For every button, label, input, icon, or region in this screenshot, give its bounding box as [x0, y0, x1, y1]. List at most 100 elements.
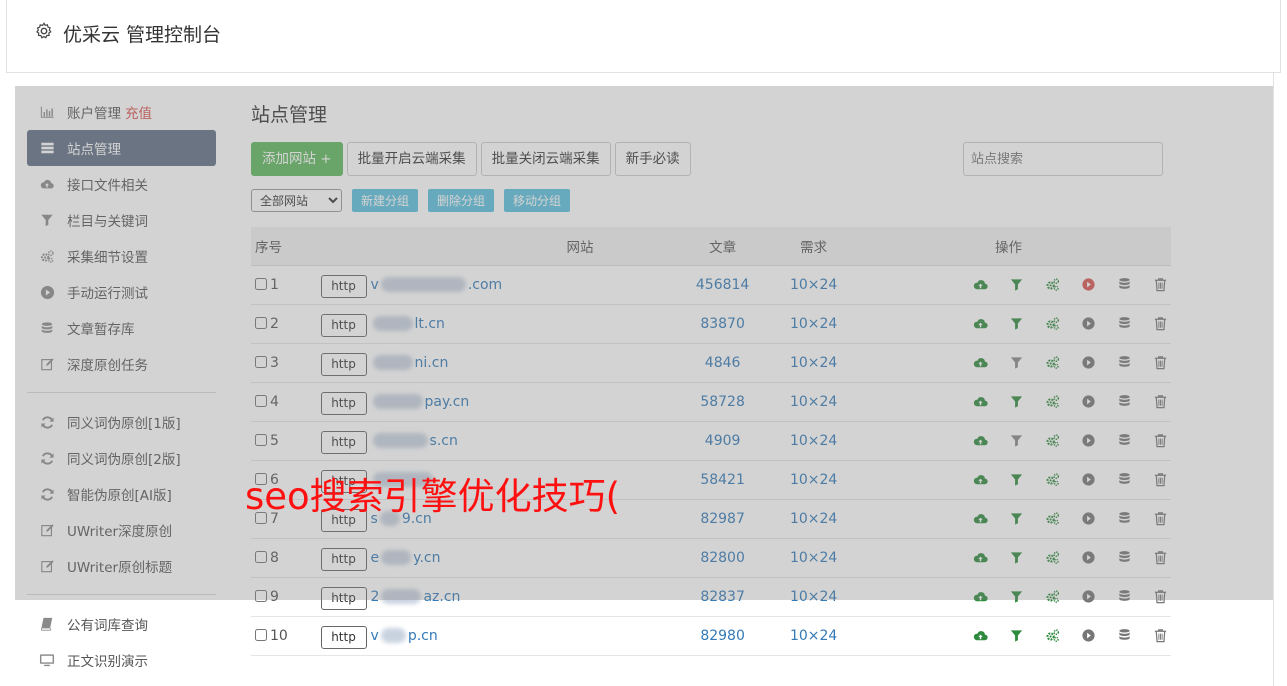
- cogs-icon[interactable]: [1043, 549, 1063, 567]
- trash-icon[interactable]: [1151, 471, 1171, 489]
- new-group-button[interactable]: 新建分组: [352, 189, 419, 212]
- play-circle-icon[interactable]: [1079, 315, 1099, 333]
- cogs-icon[interactable]: [1043, 354, 1063, 372]
- site-link[interactable]: v p.cn: [371, 628, 438, 644]
- cogs-icon[interactable]: [1043, 471, 1063, 489]
- sidebar-item-public-lexicon[interactable]: 公有词库查询: [27, 606, 216, 642]
- site-link[interactable]: ni.cn: [371, 355, 448, 371]
- demand-value[interactable]: 10×24: [766, 343, 861, 383]
- sidebar-item-uwriter-deep[interactable]: UWriter深度原创: [27, 512, 216, 548]
- cogs-icon[interactable]: [1043, 276, 1063, 294]
- demand-value[interactable]: 10×24: [766, 577, 861, 617]
- play-circle-icon[interactable]: [1079, 549, 1099, 567]
- cogs-icon[interactable]: [1043, 588, 1063, 606]
- http-protocol-button[interactable]: http: [320, 431, 367, 454]
- http-protocol-button[interactable]: http: [320, 353, 367, 376]
- trash-icon[interactable]: [1151, 588, 1171, 606]
- recharge-link[interactable]: 充值: [125, 102, 152, 122]
- filter-icon[interactable]: [1007, 432, 1027, 450]
- database-icon[interactable]: [1115, 393, 1135, 411]
- move-group-button[interactable]: 移动分组: [504, 189, 571, 212]
- article-count[interactable]: 82980: [678, 616, 767, 656]
- database-icon[interactable]: [1115, 432, 1135, 450]
- database-icon[interactable]: [1115, 276, 1135, 294]
- site-search-input[interactable]: [963, 142, 1163, 176]
- demand-value[interactable]: 10×24: [766, 421, 861, 461]
- cogs-icon[interactable]: [1043, 627, 1063, 645]
- article-count[interactable]: 83870: [678, 304, 767, 344]
- http-protocol-button[interactable]: http: [320, 275, 367, 298]
- http-protocol-button[interactable]: http: [320, 392, 367, 415]
- article-count[interactable]: 58728: [678, 382, 767, 422]
- http-protocol-button[interactable]: http: [320, 548, 367, 571]
- site-link[interactable]: pay.cn: [371, 394, 469, 410]
- database-icon[interactable]: [1115, 510, 1135, 528]
- site-link[interactable]: lt.cn: [371, 316, 445, 332]
- play-circle-icon[interactable]: [1079, 276, 1099, 294]
- trash-icon[interactable]: [1151, 510, 1171, 528]
- play-circle-icon[interactable]: [1079, 393, 1099, 411]
- row-checkbox[interactable]: [255, 394, 267, 407]
- play-circle-icon[interactable]: [1079, 432, 1099, 450]
- trash-icon[interactable]: [1151, 432, 1171, 450]
- row-checkbox[interactable]: [255, 277, 267, 290]
- cloud-upload-icon[interactable]: [971, 510, 991, 528]
- sidebar-item-account[interactable]: 账户管理 充值: [27, 94, 216, 130]
- filter-icon[interactable]: [1007, 588, 1027, 606]
- article-count[interactable]: 82837: [678, 577, 767, 617]
- site-group-select[interactable]: 全部网站: [251, 189, 342, 212]
- row-checkbox[interactable]: [255, 433, 267, 446]
- beginner-guide-button[interactable]: 新手必读: [614, 142, 691, 176]
- sidebar-item-ai-rewrite[interactable]: 智能伪原创[AI版]: [27, 476, 216, 512]
- http-protocol-button[interactable]: http: [320, 587, 367, 610]
- http-protocol-button[interactable]: http: [320, 626, 367, 649]
- sidebar-item-sites[interactable]: 站点管理: [27, 130, 216, 166]
- site-link[interactable]: e y.cn: [371, 550, 441, 566]
- row-checkbox[interactable]: [255, 550, 267, 563]
- filter-icon[interactable]: [1007, 315, 1027, 333]
- play-circle-icon[interactable]: [1079, 588, 1099, 606]
- filter-icon[interactable]: [1007, 549, 1027, 567]
- http-protocol-button[interactable]: http: [320, 314, 367, 337]
- delete-group-button[interactable]: 删除分组: [428, 189, 495, 212]
- row-checkbox[interactable]: [255, 628, 267, 641]
- article-count[interactable]: 456814: [678, 265, 767, 305]
- article-count[interactable]: 58421: [678, 460, 767, 500]
- row-checkbox[interactable]: [255, 589, 267, 602]
- cogs-icon[interactable]: [1043, 315, 1063, 333]
- article-count[interactable]: 4909: [678, 421, 767, 461]
- cogs-icon[interactable]: [1043, 510, 1063, 528]
- trash-icon[interactable]: [1151, 315, 1171, 333]
- gear-icon[interactable]: [35, 22, 53, 45]
- site-link[interactable]: 2 az.cn: [371, 589, 461, 605]
- demand-value[interactable]: 10×24: [766, 460, 861, 500]
- sidebar-item-deep-original[interactable]: 深度原创任务: [27, 346, 216, 382]
- demand-value[interactable]: 10×24: [766, 265, 861, 305]
- sidebar-item-api-files[interactable]: 接口文件相关: [27, 166, 216, 202]
- play-circle-icon[interactable]: [1079, 471, 1099, 489]
- cloud-upload-icon[interactable]: [971, 315, 991, 333]
- cogs-icon[interactable]: [1043, 393, 1063, 411]
- site-link[interactable]: s.cn: [371, 433, 458, 449]
- demand-value[interactable]: 10×24: [766, 499, 861, 539]
- trash-icon[interactable]: [1151, 276, 1171, 294]
- play-circle-icon[interactable]: [1079, 354, 1099, 372]
- sidebar-item-uwriter-title[interactable]: UWriter原创标题: [27, 548, 216, 584]
- demand-value[interactable]: 10×24: [766, 304, 861, 344]
- demand-value[interactable]: 10×24: [766, 538, 861, 578]
- sidebar-item-columns-keywords[interactable]: 栏目与关键词: [27, 202, 216, 238]
- add-site-button[interactable]: 添加网站 +: [251, 142, 343, 176]
- sidebar-item-synonym-v2[interactable]: 同义词伪原创[2版]: [27, 440, 216, 476]
- sidebar-item-text-recognition-demo[interactable]: 正文识别演示: [27, 642, 216, 678]
- database-icon[interactable]: [1115, 588, 1135, 606]
- cloud-upload-icon[interactable]: [971, 471, 991, 489]
- demand-value[interactable]: 10×24: [766, 616, 861, 656]
- play-circle-icon[interactable]: [1079, 510, 1099, 528]
- row-checkbox[interactable]: [255, 316, 267, 329]
- cloud-upload-icon[interactable]: [971, 588, 991, 606]
- cogs-icon[interactable]: [1043, 432, 1063, 450]
- cloud-upload-icon[interactable]: [971, 276, 991, 294]
- trash-icon[interactable]: [1151, 393, 1171, 411]
- trash-icon[interactable]: [1151, 354, 1171, 372]
- batch-open-cloud-button[interactable]: 批量开启云端采集: [346, 142, 477, 176]
